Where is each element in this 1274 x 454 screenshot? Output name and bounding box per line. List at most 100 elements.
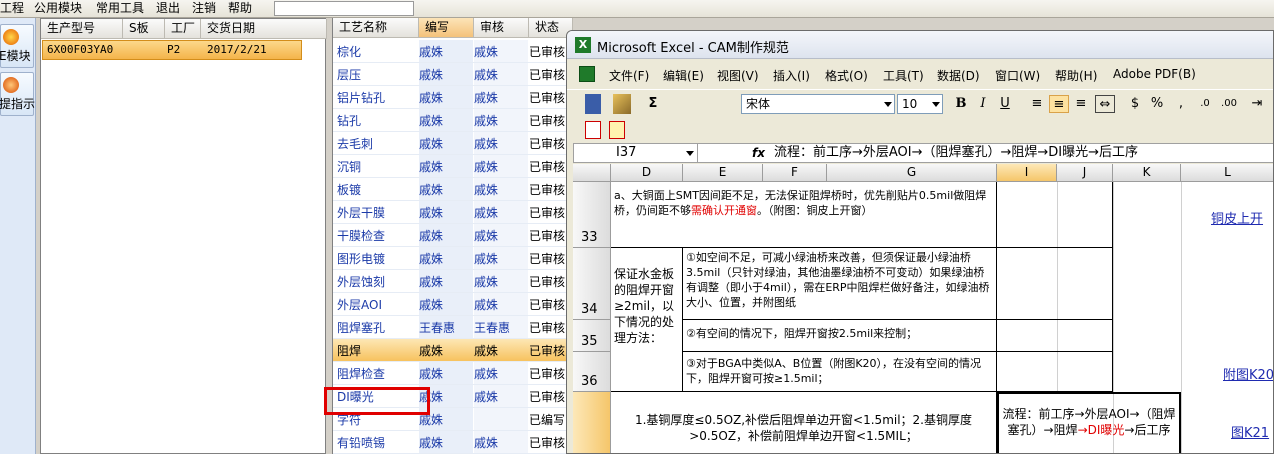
header-reviewer[interactable]: 审核 (474, 18, 529, 38)
row-header-33[interactable]: 33 (573, 182, 611, 248)
decrease-decimal-icon[interactable]: .00 (1219, 95, 1239, 113)
header-editor[interactable]: 编写 (419, 18, 474, 38)
currency-icon[interactable]: $ (1125, 95, 1145, 113)
process-row[interactable]: 外层AOI 戚姝 戚姝 已审核 (333, 293, 573, 316)
excel-menu-edit[interactable]: 编辑(E) (663, 67, 704, 84)
excel-menu-tools[interactable]: 工具(T) (883, 67, 924, 84)
process-editor: 王春惠 (419, 321, 456, 335)
cell-i36[interactable] (997, 352, 1113, 392)
header-delivery-date[interactable]: 交货日期 (201, 19, 327, 39)
row-header-37[interactable] (573, 392, 611, 453)
underline-button[interactable]: U (995, 95, 1015, 113)
bold-button[interactable]: B (951, 95, 971, 113)
row-header-34[interactable]: 34 (573, 248, 611, 320)
increase-decimal-icon[interactable]: .0 (1195, 95, 1215, 113)
menu-help[interactable]: 帮助 (228, 0, 252, 16)
excel-menu-format[interactable]: 格式(O) (825, 67, 868, 84)
excel-menu-view[interactable]: 视图(V) (717, 67, 759, 84)
process-row[interactable]: 铝片钻孔 戚姝 戚姝 已审核 (333, 86, 573, 109)
autosum-icon[interactable]: Σ (643, 95, 663, 113)
process-row[interactable]: 沉铜 戚姝 戚姝 已审核 (333, 155, 573, 178)
hyperlink-k21[interactable]: 图K21 (1231, 422, 1269, 441)
column-header-g[interactable]: G (827, 164, 997, 182)
save-icon[interactable] (585, 94, 601, 114)
indent-icon[interactable]: ⇥ (1247, 95, 1267, 113)
module-button[interactable]: E模块 (0, 24, 34, 68)
cell-i35[interactable] (997, 320, 1113, 352)
process-row[interactable]: 干膜检查 戚姝 戚姝 已审核 (333, 224, 573, 247)
align-center-icon[interactable]: ≡ (1049, 95, 1069, 113)
comma-icon[interactable]: , (1171, 95, 1191, 113)
header-model[interactable]: 生产型号 (41, 19, 123, 39)
cell-i34[interactable] (997, 248, 1113, 320)
process-row[interactable]: 棕化 戚姝 戚姝 已审核 (333, 40, 573, 63)
column-header-j[interactable]: J (1057, 164, 1113, 182)
pdf-convert-icon[interactable] (585, 121, 601, 139)
header-plant[interactable]: 工厂 (165, 19, 201, 39)
cell-text: →后工序 (1124, 423, 1171, 437)
merge-center-icon[interactable]: ⇔ (1095, 95, 1115, 113)
process-row[interactable]: 阻焊塞孔 王春惠 王春惠 已审核 (333, 316, 573, 339)
row-header-36[interactable]: 36 (573, 352, 611, 392)
process-row[interactable]: 外层蚀刻 戚姝 戚姝 已审核 (333, 270, 573, 293)
cell-e36[interactable]: ③对于BGA中类似A、B位置（附图K20），在没有空间的情况下，阻焊开窗可按≥1… (683, 352, 997, 392)
cell-e35[interactable]: ②有空间的情况下，阻焊开窗按2.5mil来控制； (683, 320, 997, 352)
column-header-f[interactable]: F (763, 164, 827, 182)
excel-doc-icon[interactable] (579, 66, 595, 82)
process-row[interactable]: 阻焊检查 戚姝 戚姝 已审核 (333, 362, 573, 385)
formula-input[interactable]: 流程：前工序→外层AOI→（阻焊塞孔）→阻焊→DI曝光→后工序 (774, 144, 1138, 162)
menu-exit[interactable]: 退出 (156, 0, 180, 16)
font-name-box[interactable]: 宋体 (741, 94, 895, 114)
cell-d33[interactable]: a、大铜面上SMT因间距不足，无法保证阻焊桥时，优先削贴片0.5mil做阻焊桥，… (611, 182, 997, 248)
product-row[interactable]: 6X00F03YA0 P2 2017/2/21 (42, 40, 302, 60)
align-right-icon[interactable]: ≡ (1071, 95, 1091, 113)
header-s-board[interactable]: S板 (123, 19, 165, 39)
header-process-name[interactable]: 工艺名称 (333, 18, 419, 38)
process-row[interactable]: 层压 戚姝 戚姝 已审核 (333, 63, 573, 86)
cell-d37[interactable]: 1.基铜厚度≤0.5OZ,补偿后阻焊单边开窗<1.5mil；2.基铜厚度>0.5… (611, 392, 997, 453)
menu-logout[interactable]: 注销 (192, 0, 216, 16)
hyperlink-k20[interactable]: 附图K20 (1223, 364, 1273, 383)
spreadsheet-grid[interactable]: D E F G I J K L 33 34 35 36 a、大铜面上SMT因间距… (573, 164, 1273, 453)
cell-d34-merged[interactable]: 保证水金板的阻焊开窗≥2mil，以下情况的处理方法： (611, 248, 683, 392)
percent-icon[interactable]: % (1147, 95, 1167, 113)
align-left-icon[interactable]: ≡ (1027, 95, 1047, 113)
process-row[interactable]: 外层干膜 戚姝 戚姝 已审核 (333, 201, 573, 224)
product-model: 6X00F03YA0 (47, 43, 114, 56)
select-all-corner[interactable] (573, 164, 611, 182)
row-header-35[interactable]: 35 (573, 320, 611, 352)
chevron-down-icon[interactable] (686, 151, 694, 156)
process-row[interactable]: 去毛刺 戚姝 戚姝 已审核 (333, 132, 573, 155)
fx-icon[interactable]: fx (752, 144, 765, 162)
name-box[interactable]: I37 (574, 144, 698, 162)
excel-menu-insert[interactable]: 插入(I) (773, 67, 810, 84)
process-row[interactable]: 钻孔 戚姝 戚姝 已审核 (333, 109, 573, 132)
process-row[interactable]: 板镀 戚姝 戚姝 已审核 (333, 178, 573, 201)
cell-i37-active[interactable]: 流程：前工序→外层AOI→（阻焊塞孔）→阻焊→DI曝光→后工序 (997, 392, 1181, 453)
excel-menu-file[interactable]: 文件(F) (609, 67, 649, 84)
column-header-k[interactable]: K (1113, 164, 1181, 182)
process-row[interactable]: 图形电镀 戚姝 戚姝 已审核 (333, 247, 573, 270)
hyperlink-copper-window[interactable]: 铜皮上开 (1211, 208, 1263, 227)
format-painter-icon[interactable] (613, 94, 631, 114)
column-header-d[interactable]: D (611, 164, 683, 182)
italic-button[interactable]: I (973, 95, 993, 113)
menu-common-modules[interactable]: 公用模块 (34, 0, 82, 16)
column-header-l[interactable]: L (1181, 164, 1273, 182)
excel-menu-window[interactable]: 窗口(W) (995, 67, 1040, 84)
cell-e34[interactable]: ①如空间不足，可减小绿油桥来改善，但须保证最小绿油桥3.5mil（只针对绿油，其… (683, 248, 997, 320)
process-row[interactable]: 有铅喷锡 戚姝 戚姝 已审核 (333, 431, 573, 454)
instruction-button[interactable]: 提指示 (0, 72, 35, 116)
column-header-e[interactable]: E (683, 164, 763, 182)
font-size-box[interactable]: 10 (897, 94, 943, 114)
pdf-email-icon[interactable] (609, 121, 625, 139)
menu-project[interactable]: 工程 (0, 0, 24, 16)
menu-dropdown[interactable] (274, 1, 414, 16)
menu-tools[interactable]: 常用工具 (96, 0, 144, 16)
process-row[interactable]: 阻焊 戚姝 戚姝 已审核 (333, 339, 573, 362)
excel-menu-adobe-pdf[interactable]: Adobe PDF(B) (1113, 67, 1196, 81)
column-header-i[interactable]: I (997, 164, 1057, 182)
cell-i33[interactable] (997, 182, 1113, 248)
excel-menu-help[interactable]: 帮助(H) (1055, 67, 1097, 84)
excel-menu-data[interactable]: 数据(D) (937, 67, 980, 84)
